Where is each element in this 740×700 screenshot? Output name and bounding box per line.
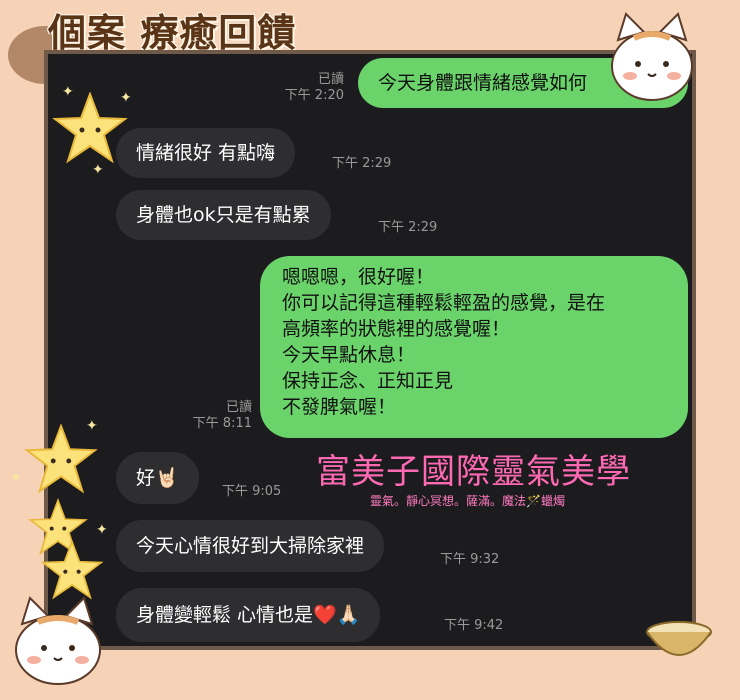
message-bubble-incoming[interactable]: 情緒很好 有點嗨: [116, 128, 296, 178]
message-text: 身體變輕鬆 心情也是❤️🙏🏻: [136, 604, 361, 626]
chat-screenshot: 已讀 下午 2:20 今天身體跟情緒感覺如何 情緒很好 有點嗨 下午 2:29 …: [44, 50, 696, 650]
star-icon: [52, 92, 128, 164]
star-icon: [40, 540, 104, 600]
sparkle-icon: ✦: [96, 522, 108, 538]
message-meta: 已讀 下午 2:20: [280, 72, 344, 104]
page-title: 個案 療癒回饋: [48, 10, 297, 55]
read-receipt: 已讀: [225, 400, 252, 415]
sparkle-icon: ✦: [62, 84, 74, 100]
message-line: 不發脾氣喔！: [282, 396, 397, 418]
message-line: 嗯嗯嗯，很好喔！: [282, 266, 435, 288]
read-receipt: 已讀: [317, 72, 344, 87]
message-bubble-outgoing[interactable]: 嗯嗯嗯，很好喔！ 你可以記得這種輕鬆輕盈的感覺，是在 高頻率的狀態裡的感覺喔！ …: [260, 256, 688, 438]
message-bubble-incoming[interactable]: 身體也ok只是有點累: [116, 190, 331, 240]
message-text: 好🤘🏻: [136, 467, 179, 489]
message-time: 下午 9:42: [444, 618, 504, 633]
message-text: 今天心情很好到大掃除家裡: [136, 535, 365, 557]
message-time: 下午 2:29: [332, 156, 392, 171]
message-time: 下午 2:29: [378, 220, 438, 235]
bowl-icon: [646, 621, 712, 656]
message-text: 今天身體跟情緒感覺如何: [378, 72, 588, 94]
sparkle-icon: ✦: [92, 162, 104, 178]
cat-face-icon: [611, 12, 693, 101]
message-line: 你可以記得這種輕鬆輕盈的感覺，是在: [282, 292, 606, 314]
message-bubble-incoming[interactable]: 今天心情很好到大掃除家裡: [116, 520, 385, 572]
message-time: 下午 8:11: [192, 416, 252, 431]
star-icon: [24, 424, 98, 494]
message-time: 下午 9:05: [222, 484, 282, 499]
message-text: 情緒很好 有點嗨: [136, 142, 276, 164]
message-line: 高頻率的狀態裡的感覺喔！: [282, 318, 511, 340]
brand-tagline: 靈氣。靜心冥想。薩滿。魔法🪄蠟燭: [370, 494, 565, 508]
brand-name: 富美子國際靈氣美學: [316, 452, 631, 492]
message-time: 下午 9:32: [440, 552, 500, 567]
message-line: 保持正念、正知正見: [282, 370, 454, 392]
cat-face-icon: [15, 596, 101, 685]
message-time: 下午 2:20: [284, 88, 344, 103]
sparkle-icon: ✦: [120, 90, 132, 106]
message-bubble-incoming[interactable]: 好🤘🏻: [116, 452, 199, 504]
sparkle-icon: ✦: [86, 418, 98, 434]
message-bubble-incoming[interactable]: 身體變輕鬆 心情也是❤️🙏🏻: [116, 588, 381, 642]
message-line: 今天早點休息！: [282, 344, 416, 366]
message-meta: 已讀 下午 8:11: [188, 400, 252, 432]
sparkle-icon: ✦: [10, 470, 22, 486]
message-text: 身體也ok只是有點累: [136, 204, 311, 226]
